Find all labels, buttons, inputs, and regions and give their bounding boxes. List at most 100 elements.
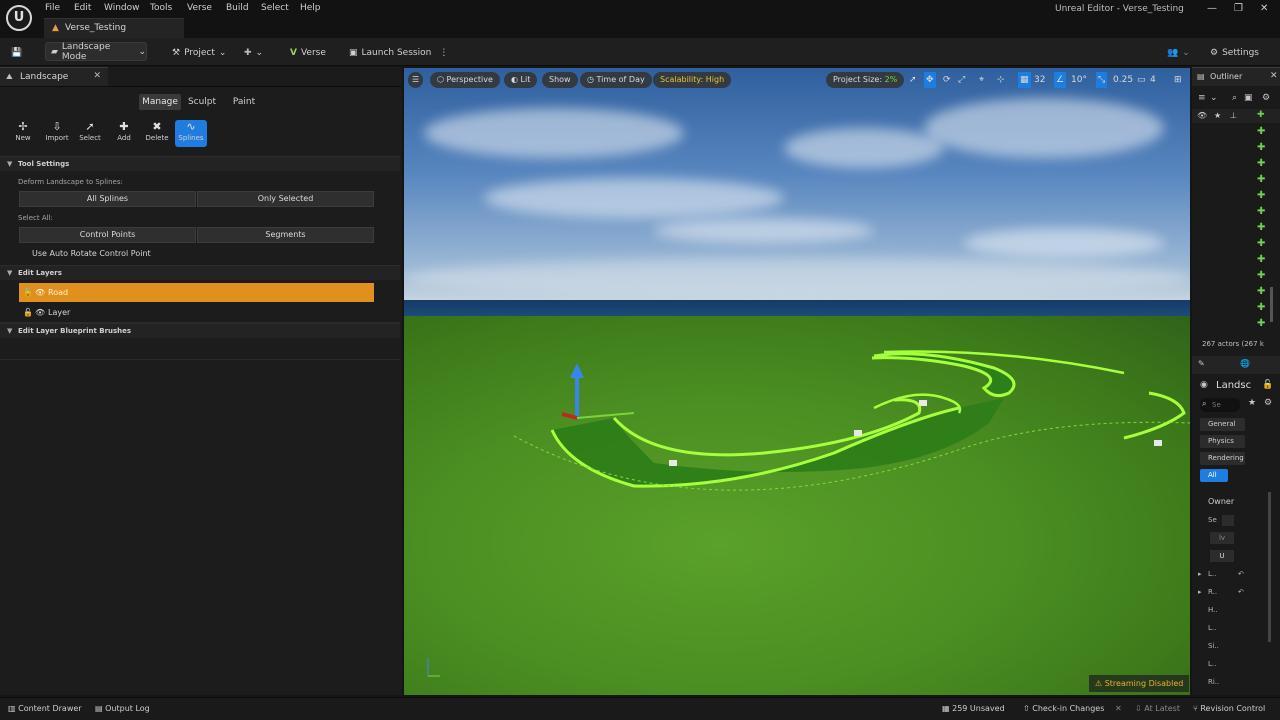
scalability-button[interactable]: Scalability: High (653, 72, 732, 88)
spline-loop[interactable] (871, 352, 1016, 398)
spawn-icon[interactable]: ✚ (1257, 126, 1265, 137)
tool-splines[interactable]: ∿ Splines (175, 120, 207, 147)
eye-icon[interactable]: 👁 (35, 303, 45, 322)
layout-icon[interactable]: ⊞ (1174, 72, 1182, 88)
eye-icon[interactable]: 👁 (35, 283, 45, 302)
unreal-logo-icon[interactable]: U (6, 5, 32, 31)
translate-icon[interactable]: ✥ (924, 72, 936, 88)
spawn-icon[interactable]: ✚ (1257, 254, 1265, 265)
settings-button[interactable]: ⚙ Settings (1210, 44, 1259, 61)
time-of-day-button[interactable]: ◷ Time of Day (580, 72, 652, 88)
spawn-icon[interactable]: ✚ (1257, 142, 1265, 153)
landscape-tab[interactable]: ⛰ Landscape ✕ (0, 67, 108, 86)
camera-speed-icon[interactable]: ▭ (1137, 72, 1146, 88)
spawn-icon[interactable]: ✚ (1257, 158, 1265, 169)
tab-paint[interactable]: Paint (226, 94, 262, 110)
gizmo-y-axis[interactable] (576, 412, 635, 419)
close-tab-icon[interactable]: ✕ (1270, 71, 1278, 81)
tool-settings-header[interactable]: ▼ Tool Settings (0, 156, 400, 171)
visibility-icon[interactable]: 👁 (1197, 111, 1207, 120)
control-point-marker[interactable] (669, 460, 677, 466)
blueprint-brushes-header[interactable]: ▼ Edit Layer Blueprint Brushes (0, 323, 400, 338)
lock-icon[interactable]: 🔓 (1262, 380, 1273, 390)
show-button[interactable]: Show (542, 72, 578, 88)
close-icon[interactable]: ✕ (1260, 3, 1268, 14)
gizmo-z-arrow[interactable] (570, 363, 584, 378)
control-points-button[interactable]: Control Points (19, 227, 196, 243)
scale-icon[interactable]: ⤢ (958, 72, 965, 88)
viewport-menu-icon[interactable]: ☰ (408, 72, 424, 88)
tool-new[interactable]: ✢ New (7, 120, 39, 147)
menu-build[interactable]: Build (226, 3, 249, 13)
outliner-tab[interactable]: ▤ Outliner ✕ (1192, 67, 1280, 86)
spawn-icon[interactable]: ✚ (1257, 238, 1265, 249)
layer-row-layer[interactable]: 🔓 👁 Layer (19, 303, 374, 322)
spawn-icon[interactable]: ✚ (1257, 302, 1265, 313)
level-tab[interactable]: ▲ Verse_Testing (44, 18, 184, 38)
spawn-icon[interactable]: ✚ (1257, 206, 1265, 217)
menu-help[interactable]: Help (300, 3, 321, 13)
content-drawer-button[interactable]: ▥ Content Drawer (8, 704, 82, 713)
detail-value-box[interactable] (1222, 515, 1234, 526)
expand-arrow-icon[interactable]: ▸ (1198, 570, 1202, 578)
layer-row-road[interactable]: 🔓 👁 Road (19, 283, 374, 302)
coordinate-space-icon[interactable]: ⌖ (979, 72, 984, 88)
add-folder-icon[interactable]: ▣ (1244, 93, 1253, 103)
perspective-button[interactable]: ⬡ Perspective (430, 72, 500, 88)
search-icon[interactable]: ⌕ (1232, 93, 1237, 103)
chevron-down-icon[interactable]: ⌄ (1210, 93, 1218, 103)
maximize-icon[interactable]: ❐ (1234, 3, 1243, 14)
filter-physics[interactable]: Physics (1200, 435, 1245, 448)
expand-arrow-icon[interactable]: ▸ (1198, 588, 1202, 596)
save-icon[interactable]: 💾 (11, 44, 22, 61)
check-in-button[interactable]: ⇧ Check-in Changes (1023, 704, 1104, 713)
menu-window[interactable]: Window (104, 3, 140, 13)
scrollbar[interactable] (1270, 287, 1273, 322)
spawn-icon[interactable]: ✚ (1257, 222, 1265, 233)
surface-snap-icon[interactable]: ⊹ (997, 72, 1005, 88)
tab-sculpt[interactable]: Sculpt (184, 94, 220, 110)
filter-icon[interactable]: ≡ (1198, 93, 1206, 103)
control-point-marker[interactable] (1154, 440, 1162, 446)
project-button[interactable]: ⚒ Project ⌄ (172, 44, 226, 61)
pin-star-icon[interactable]: ★ (1214, 111, 1221, 120)
add-content-button[interactable]: ✚ ⌄ (244, 44, 263, 61)
settings-gear-icon[interactable]: ⚙ (1262, 93, 1270, 103)
collaboration-button[interactable]: 👥 ⌄ (1167, 44, 1190, 61)
menu-verse[interactable]: Verse (187, 3, 212, 13)
spawn-icon[interactable]: ✚ (1257, 174, 1265, 185)
u-button[interactable]: U (1210, 550, 1234, 562)
all-splines-button[interactable]: All Splines (19, 191, 196, 207)
tab-manage[interactable]: Manage (139, 94, 181, 110)
level-viewport[interactable]: ☰ ⬡ Perspective ◐ Lit Show ◷ Time of Day… (404, 68, 1190, 695)
spawn-icon[interactable]: ✚ (1257, 286, 1265, 297)
mode-dropdown[interactable]: ▰ Landscape Mode ⌄ (45, 42, 147, 62)
lock-icon[interactable]: 🔓 (23, 283, 33, 302)
select-mode-icon[interactable]: ➚ (909, 72, 917, 88)
lv-button[interactable]: lv (1210, 532, 1234, 544)
output-log-button[interactable]: ▤ Output Log (95, 704, 150, 713)
launch-session-button[interactable]: ▣ Launch Session ⋮ (349, 44, 448, 61)
revision-control-button[interactable]: ⑂ Revision Control (1193, 704, 1265, 713)
filter-rendering[interactable]: Rendering (1200, 452, 1245, 465)
close-tab-icon[interactable]: ✕ (93, 71, 101, 81)
reset-arrow-icon[interactable]: ↶ (1238, 570, 1244, 578)
scale-snap-value[interactable]: 0.25 (1113, 72, 1133, 88)
rotate-icon[interactable]: ⟳ (943, 72, 951, 88)
tool-select[interactable]: ➚ Select (74, 120, 106, 147)
segments-button[interactable]: Segments (197, 227, 374, 243)
streaming-status[interactable]: ⚠ Streaming Disabled (1089, 675, 1190, 692)
spawn-icon[interactable]: ✚ (1257, 318, 1265, 329)
project-size-indicator[interactable]: Project Size: 2% (826, 72, 905, 88)
minimize-icon[interactable]: — (1207, 3, 1217, 14)
control-point-marker[interactable] (919, 400, 927, 406)
tool-import[interactable]: ⇩ Import (41, 120, 73, 147)
menu-tools[interactable]: Tools (150, 3, 172, 13)
tool-delete[interactable]: ✖ Delete (141, 120, 173, 147)
filter-general[interactable]: General (1200, 418, 1245, 431)
add-actor-icon[interactable]: ✚ (1257, 110, 1265, 120)
details-pencil-icon[interactable]: ✎ (1198, 359, 1205, 368)
grid-snap-value[interactable]: 32 (1034, 72, 1045, 88)
scale-snap-icon[interactable]: ⤡ (1096, 72, 1108, 88)
lit-button[interactable]: ◐ Lit (504, 72, 538, 88)
